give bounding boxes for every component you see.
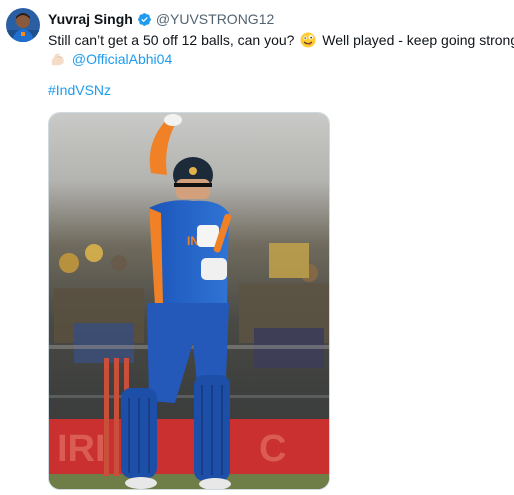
avatar-image: [6, 8, 40, 42]
tweet-photo[interactable]: IRI C IN: [48, 112, 330, 490]
mention-link[interactable]: @OfficialAbhi04: [72, 51, 172, 67]
zany-face-emoji: [300, 32, 316, 48]
cricket-player-photo: IRI C IN: [49, 113, 329, 489]
hashtag-link[interactable]: #IndVSNz: [48, 82, 111, 98]
svg-text:C: C: [259, 428, 286, 470]
tweet-header: Yuvraj Singh @YUVSTRONG12: [48, 10, 274, 28]
tweet-text-line1-tail: Well played - keep going strong!: [322, 32, 514, 48]
tweet-text: Still can’t get a 50 off 12 balls, can y…: [48, 31, 514, 100]
svg-text:IRI: IRI: [57, 428, 106, 470]
verified-badge-icon: [137, 12, 152, 27]
flexed-biceps-emoji: [50, 51, 66, 67]
tweet: Yuvraj Singh @YUVSTRONG12 Still can’t ge…: [0, 0, 514, 495]
tweet-text-line1: Still can’t get a 50 off 12 balls, can y…: [48, 32, 295, 48]
author-handle[interactable]: @YUVSTRONG12: [156, 10, 274, 28]
avatar[interactable]: [6, 8, 40, 42]
author-name[interactable]: Yuvraj Singh: [48, 10, 133, 28]
